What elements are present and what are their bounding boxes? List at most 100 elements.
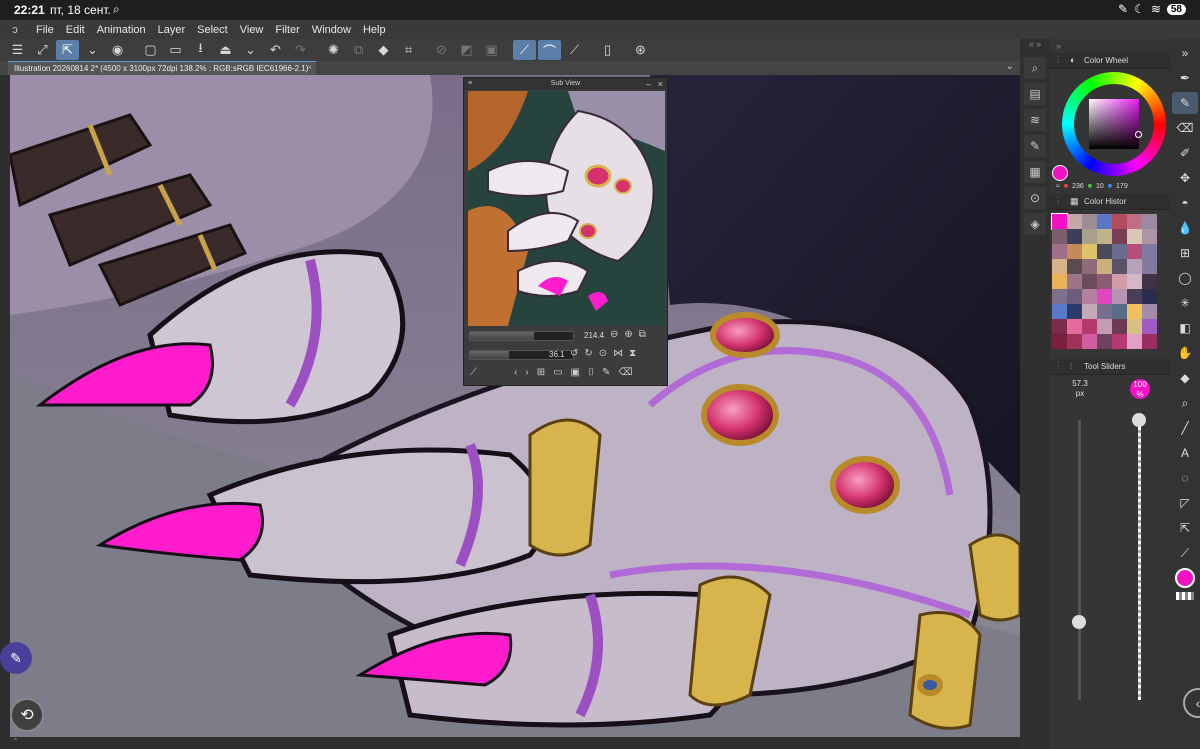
color-history-swatch[interactable] [1127,214,1142,229]
color-history-swatch[interactable] [1127,289,1142,304]
color-history-swatch[interactable] [1082,274,1097,289]
color-history-swatch[interactable] [1067,319,1082,334]
zoom-tool-icon[interactable]: ⌕ [1172,392,1198,414]
color-history-swatch[interactable] [1052,334,1067,349]
canvas-resize-icon[interactable]: ⤢ [31,40,54,60]
color-mode-icon[interactable]: ≈ [1056,183,1060,190]
balloon-tool-icon[interactable]: ◌ [1172,467,1198,489]
color-history-swatch[interactable] [1097,229,1112,244]
color-history-swatch[interactable] [1097,304,1112,319]
menu-view[interactable]: View [234,24,270,36]
menu-filter[interactable]: Filter [269,24,305,36]
close-icon[interactable]: × [658,78,663,90]
brush-size-track[interactable] [1078,420,1081,700]
move-tool-icon[interactable]: ✥ [1172,167,1198,189]
open-folder-icon[interactable]: ▭ [164,40,187,60]
color-history-swatch[interactable] [1127,244,1142,259]
color-history-swatch[interactable] [1097,334,1112,349]
saturation-value-square[interactable] [1089,99,1139,149]
loading-spinner-icon[interactable]: ✺ [322,40,345,60]
color-history-swatch[interactable] [1082,229,1097,244]
device-icon[interactable]: ▯ [596,40,619,60]
import-folder-icon[interactable]: ▭ [553,367,562,378]
eyedropper-icon[interactable]: ⟋ [470,367,477,378]
menu-edit[interactable]: Edit [60,24,91,36]
color-history-swatch[interactable] [1082,244,1097,259]
spotlight-search-icon[interactable]: ⌕ [113,2,120,17]
color-history-swatch[interactable] [1142,274,1157,289]
color-history-swatch[interactable] [1142,334,1157,349]
color-history-swatch[interactable] [1142,259,1157,274]
fit-icon[interactable]: ⧉ [639,329,646,340]
chevron-down-icon[interactable]: ⌄ [239,40,262,60]
layer-property-icon[interactable]: ▤ [1024,83,1046,105]
opacity-track[interactable] [1138,420,1141,700]
main-color-swatch[interactable] [1175,568,1195,588]
minimize-icon[interactable]: – [646,78,651,90]
reset-rotation-icon[interactable]: ⊙ [599,348,607,359]
color-history-swatch[interactable] [1112,319,1127,334]
color-history-swatch[interactable] [1127,334,1142,349]
color-history-swatch[interactable] [1112,214,1127,229]
grid-icon[interactable]: ⊞ [537,367,545,378]
line-tool-icon[interactable]: ╱ [1172,417,1198,439]
previous-image-icon[interactable]: ‹ [514,367,517,378]
drag-grip-icon[interactable]: ≡ [468,78,472,90]
flip-horizontal-icon[interactable]: ⋈ [613,348,623,359]
save-icon[interactable]: ⭳ [189,40,212,60]
document-tab[interactable]: Illustration 20260814 2* (4500 x 3100px … [8,61,316,75]
color-wheel[interactable]: ≈ ■ 236 ■ 10 ■ 179 [1050,69,1170,194]
chevron-down-icon[interactable]: ⌄ [1006,61,1014,72]
menu-help[interactable]: Help [357,24,392,36]
color-history-swatch[interactable] [1142,229,1157,244]
rotate-right-icon[interactable]: ↻ [584,348,592,359]
color-history-swatch[interactable] [1112,334,1127,349]
current-color-swatch[interactable] [1052,165,1068,181]
color-history-swatch[interactable] [1082,304,1097,319]
brush-size-knob[interactable] [1072,614,1086,629]
eyedropper-tool-icon[interactable]: ⟋ [1172,542,1198,564]
color-history-swatch[interactable] [1127,274,1142,289]
tool-collapse-icon[interactable]: » [1172,42,1198,64]
color-history-swatch[interactable] [1142,214,1157,229]
eye-icon[interactable]: ◉ [106,40,129,60]
rotate-left-icon[interactable]: ↺ [570,348,578,359]
color-history-swatch[interactable] [1112,304,1127,319]
new-file-icon[interactable]: ▢ [139,40,162,60]
color-history-swatch[interactable] [1082,334,1097,349]
text-tool-icon[interactable]: A [1172,442,1198,464]
menu-file[interactable]: File [30,24,60,36]
color-history-swatch[interactable] [1067,289,1082,304]
color-history-swatch[interactable] [1067,334,1082,349]
modifier-key-icon[interactable]: ⇱ [56,40,79,60]
color-history-swatch[interactable] [1097,259,1112,274]
clear-selection-icon[interactable]: ⊘ [430,40,453,60]
color-history-swatch[interactable] [1067,274,1082,289]
color-history-swatch[interactable] [1097,214,1112,229]
layer-stack-icon[interactable]: ◈ [1024,213,1046,235]
settings-icon[interactable]: ⊛ [629,40,652,60]
frame-tool-icon[interactable]: ◸ [1172,492,1198,514]
clip-studio-logo-icon[interactable]: ↄ [0,24,30,36]
color-history-swatch[interactable] [1142,289,1157,304]
curve-snap-icon[interactable]: ⌒ [538,40,561,60]
tab-close-icon[interactable]: × [307,63,312,72]
eraser-tool-icon[interactable]: ⌫ [1172,117,1198,139]
pen-tool-icon[interactable]: ✒ [1172,67,1198,89]
fill-bucket-icon[interactable]: ◆ [372,40,395,60]
color-history-swatch[interactable] [1112,244,1127,259]
flip-vertical-icon[interactable]: ⧗ [629,348,636,359]
zoom-out-icon[interactable]: ⊖ [610,329,618,340]
color-history-swatch[interactable] [1127,259,1142,274]
color-history-swatch[interactable] [1067,304,1082,319]
gradient-tool-icon[interactable]: ◧ [1172,317,1198,339]
color-history-swatch[interactable] [1097,274,1112,289]
color-history-swatch[interactable] [1052,229,1067,244]
color-history-swatch[interactable] [1052,319,1067,334]
color-history-swatch[interactable] [1052,304,1067,319]
color-history-swatch[interactable] [1112,274,1127,289]
color-history-swatch[interactable] [1082,259,1097,274]
color-history-swatch[interactable] [1052,274,1067,289]
import-image-icon[interactable]: ▣ [571,367,580,378]
magic-wand-icon[interactable]: ✳ [1172,292,1198,314]
